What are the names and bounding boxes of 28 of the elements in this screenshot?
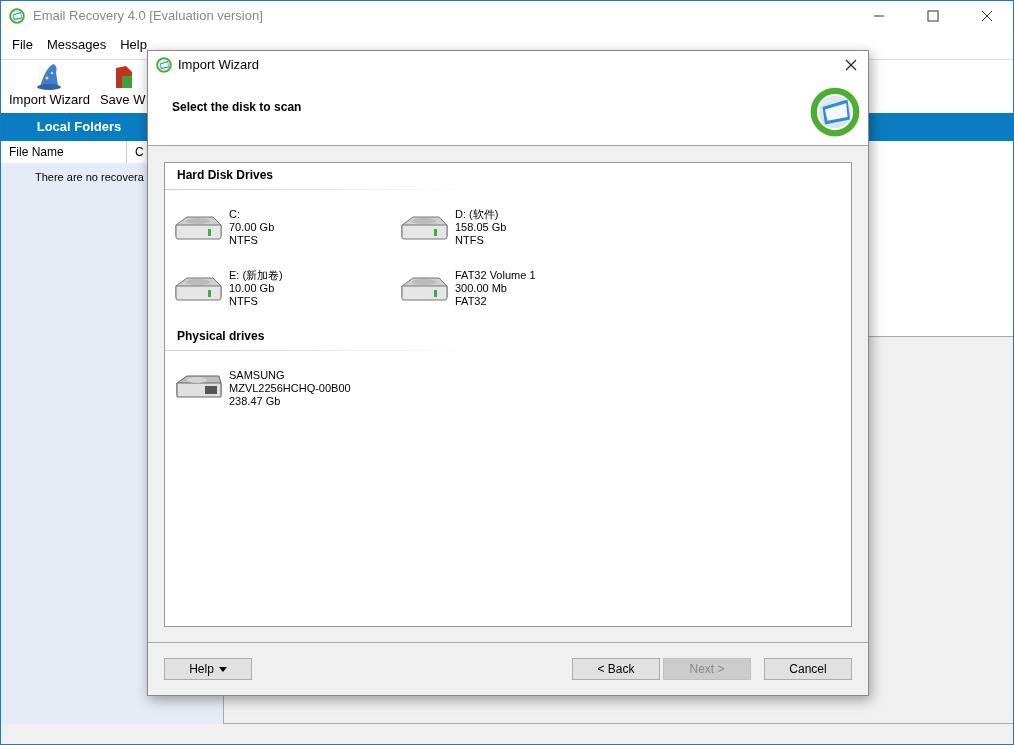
menu-item[interactable]: Help (113, 35, 154, 55)
toolbar-button[interactable]: Import Wizard (9, 62, 90, 107)
dialog-title: Import Wizard (178, 56, 259, 75)
drive-item[interactable]: C: 70.00 Gb NTFS (173, 199, 399, 255)
empty-message: There are no recovera (35, 170, 144, 185)
section-title: Physical drives (177, 328, 265, 345)
nav-button[interactable]: < Back (572, 658, 660, 680)
drive-item[interactable]: D: (软件) 158.05 Gb NTFS (399, 199, 625, 255)
toolbar-button[interactable]: Save W (99, 62, 146, 107)
column-header[interactable]: File Name (1, 141, 127, 163)
app-icon (156, 57, 172, 73)
window-title: Email Recovery 4.0 [Evaluation version] (33, 7, 263, 26)
logo-icon (810, 87, 860, 137)
section-title: Hard Disk Drives (177, 167, 274, 184)
drive-item[interactable]: E: (新加卷) 10.00 Gb NTFS (173, 260, 399, 316)
help-button[interactable]: Help (164, 658, 252, 680)
maximize-icon[interactable] (927, 10, 939, 22)
close-icon[interactable] (981, 10, 993, 22)
cancel-button[interactable]: Cancel (764, 658, 852, 680)
close-icon[interactable] (845, 59, 857, 71)
drive-item[interactable]: SAMSUNG MZVL2256HCHQ-00B00 238.47 Gb (173, 360, 399, 416)
drive-item[interactable]: FAT32 Volume 1 300.00 Mb FAT32 (399, 260, 625, 316)
column-header[interactable]: C (127, 141, 144, 163)
caret-icon (218, 666, 227, 672)
menu-item[interactable]: Messages (39, 35, 114, 55)
app-icon (9, 8, 25, 24)
dialog-heading: Select the disk to scan (172, 99, 303, 116)
menu-item[interactable]: File (5, 35, 40, 55)
